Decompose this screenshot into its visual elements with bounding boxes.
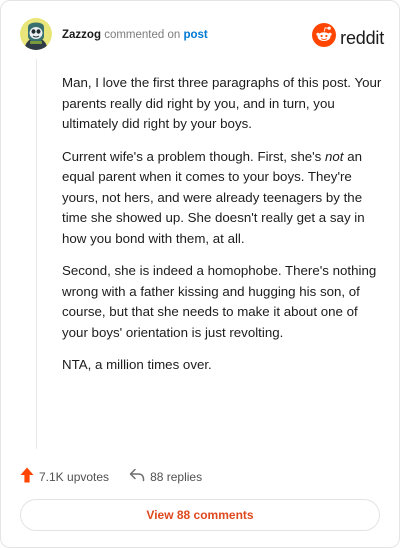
alien-face-icon[interactable]: [19, 17, 53, 51]
reddit-snoo-icon: [312, 23, 337, 52]
upvote-arrow-icon: [20, 467, 34, 486]
comment-body: Man, I love the first three paragraphs o…: [62, 73, 382, 388]
comment-paragraph: Current wife's a problem though. First, …: [62, 147, 382, 250]
comment-card: Zazzog commented on post reddit Man, I l…: [0, 0, 400, 548]
reply-count: 88 replies: [150, 469, 203, 484]
comment-paragraph: Man, I love the first three paragraphs o…: [62, 73, 382, 135]
view-comments-button[interactable]: View 88 comments: [20, 499, 380, 531]
comment-actions: 7.1K upvotes 88 replies: [20, 467, 202, 486]
reddit-wordmark: reddit: [340, 27, 384, 48]
post-link[interactable]: post: [183, 29, 207, 41]
comment-paragraph: Second, she is indeed a homophobe. There…: [62, 261, 382, 343]
paragraph-text: Man, I love the first three paragraphs o…: [62, 75, 382, 131]
comment-meta: Zazzog commented on post: [62, 28, 208, 42]
author-name[interactable]: Zazzog: [62, 29, 101, 41]
upvote-count: 7.1K upvotes: [39, 469, 110, 484]
upvote-button[interactable]: 7.1K upvotes: [20, 467, 109, 486]
comment-action-text: commented on: [104, 29, 181, 41]
replies-button[interactable]: 88 replies: [129, 468, 202, 485]
thread-line: [36, 59, 37, 449]
paragraph-text: Current wife's a problem though. First, …: [62, 148, 325, 164]
reply-arrow-icon: [129, 468, 145, 485]
comment-paragraph: NTA, a million times over.: [62, 355, 382, 376]
emphasis-text: not: [325, 148, 344, 164]
comment-header: Zazzog commented on post reddit: [1, 1, 399, 61]
paragraph-text: NTA, a million times over.: [62, 357, 212, 372]
reddit-logo: reddit: [312, 23, 384, 52]
paragraph-text: Second, she is indeed a homophobe. There…: [62, 263, 377, 340]
